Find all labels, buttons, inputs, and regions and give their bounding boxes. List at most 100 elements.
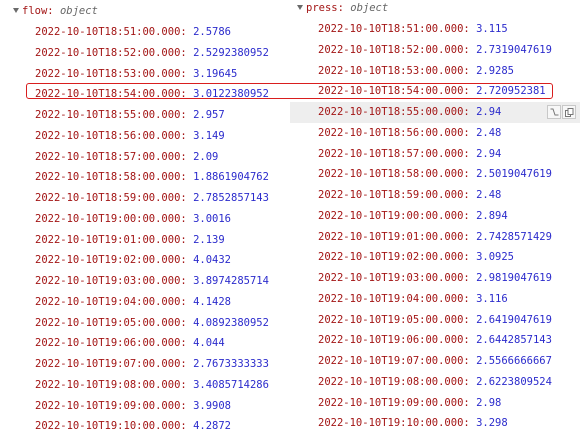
entry-separator: : [180,378,194,391]
flow-entry-row[interactable]: 2022-10-10T19:00:00.000: 3.0016 [0,209,290,230]
press-entry-row[interactable]: 2022-10-10T19:02:00.000: 3.0925 [290,247,580,268]
object-key: press [306,2,338,14]
entry-key: 2022-10-10T19:08:00.000 [35,378,181,391]
entry-key: 2022-10-10T18:59:00.000 [318,189,464,201]
press-entry-row[interactable]: 2022-10-10T18:56:00.000: 2.48 [290,123,580,144]
press-entry-row[interactable]: 2022-10-10T18:51:00.000: 3.115 [290,19,580,40]
press-entry-row[interactable]: 2022-10-10T19:07:00.000: 2.5566666667 [290,351,580,372]
entry-separator: : [463,334,477,347]
entry-key: 2022-10-10T19:06:00.000 [318,334,464,347]
press-entry-row[interactable]: 2022-10-10T18:57:00.000: 2.94 [290,144,580,165]
press-entry-row[interactable]: 2022-10-10T19:03:00.000: 2.9819047619 [290,268,580,289]
press-entry-row[interactable]: 2022-10-10T19:08:00.000: 2.6223809524 [290,372,580,393]
entry-key: 2022-10-10T19:10:00.000 [318,417,464,430]
entry-separator: : [463,189,477,201]
flow-entry-row[interactable]: 2022-10-10T19:09:00.000: 3.9908 [0,396,290,417]
entry-value: 1.8861904762 [193,171,269,184]
flow-entry-row[interactable]: 2022-10-10T19:04:00.000: 4.1428 [0,292,290,313]
flow-entry-row[interactable]: 2022-10-10T19:05:00.000: 4.0892380952 [0,313,290,334]
object-type: object [59,5,98,17]
press-entry-row[interactable]: 2022-10-10T19:01:00.000: 2.7428571429 [290,227,580,248]
entry-key: 2022-10-10T19:01:00.000 [318,230,464,243]
flow-entry-row[interactable]: 2022-10-10T18:57:00.000: 2.09 [0,147,290,168]
entry-value: 2.139 [193,233,225,246]
flow-entry-row[interactable]: 2022-10-10T19:01:00.000: 2.139 [0,230,290,251]
format-toggle-button[interactable] [547,105,561,119]
entry-separator: : [463,23,477,35]
entry-key: 2022-10-10T19:00:00.000 [35,212,181,225]
entry-value: 4.0432 [193,254,231,267]
entry-separator: : [463,43,477,56]
expand-toggle-icon[interactable] [13,7,19,13]
press-entry-row[interactable]: 2022-10-10T18:54:00.000: 2.720952381 [290,81,580,102]
entry-value: 3.19645 [193,67,238,80]
entry-separator: : [180,233,194,246]
flow-entry-row[interactable]: 2022-10-10T18:56:00.000: 3.149 [0,126,290,147]
flow-entry-row[interactable]: 2022-10-10T18:58:00.000: 1.8861904762 [0,167,290,188]
entry-value: 3.116 [476,292,508,305]
flow-entry-row[interactable]: 2022-10-10T19:07:00.000: 2.7673333333 [0,354,290,375]
entry-value: 2.6223809524 [476,375,552,388]
entry-separator: : [180,88,194,101]
press-entry-row[interactable]: 2022-10-10T19:00:00.000: 2.894 [290,206,580,227]
entry-separator: : [463,126,477,139]
entry-key: 2022-10-10T19:05:00.000 [35,316,181,329]
press-entry-row[interactable]: 2022-10-10T19:04:00.000: 3.116 [290,289,580,310]
flow-entry-row[interactable]: 2022-10-10T18:53:00.000: 3.19645 [0,64,290,85]
flow-entry-row[interactable]: 2022-10-10T19:02:00.000: 4.0432 [0,250,290,271]
press-entry-row[interactable]: 2022-10-10T19:06:00.000: 2.6442857143 [290,330,580,351]
flow-entry-row[interactable]: 2022-10-10T18:54:00.000: 3.0122380952 [0,84,290,105]
entry-separator: : [463,168,477,181]
entry-key: 2022-10-10T18:56:00.000 [35,129,181,142]
press-entry-row[interactable]: 2022-10-10T18:58:00.000: 2.5019047619 [290,164,580,185]
press-entry-row[interactable]: 2022-10-10T19:10:00.000: 3.298 [290,413,580,434]
press-entry-row[interactable]: 2022-10-10T19:05:00.000: 2.6419047619 [290,310,580,331]
entry-separator: : [463,209,477,222]
press-entry-row[interactable]: 2022-10-10T18:53:00.000: 2.9285 [290,61,580,82]
entry-value: 2.7852857143 [193,192,269,204]
entry-separator: : [463,355,477,367]
flow-entry-row[interactable]: 2022-10-10T19:03:00.000: 3.8974285714 [0,271,290,292]
copy-button[interactable] [562,105,576,119]
entry-key: 2022-10-10T19:08:00.000 [318,375,464,388]
entry-value: 2.720952381 [476,85,546,98]
entry-value: 2.94 [476,106,502,118]
entry-key: 2022-10-10T18:58:00.000 [318,168,464,181]
entry-separator: : [463,64,477,77]
entry-key: 2022-10-10T19:04:00.000 [318,292,464,305]
entry-key: 2022-10-10T19:07:00.000 [318,355,464,367]
press-entry-row[interactable]: 2022-10-10T19:09:00.000: 2.98 [290,393,580,414]
entry-key: 2022-10-10T18:56:00.000 [318,126,464,139]
entry-value: 2.98 [476,396,502,409]
press-entry-row[interactable]: 2022-10-10T18:59:00.000: 2.48 [290,185,580,206]
entry-value: 3.0122380952 [193,88,269,101]
entry-value: 2.5786 [193,26,231,38]
entry-key: 2022-10-10T19:03:00.000 [35,275,181,287]
flow-entry-row[interactable]: 2022-10-10T18:51:00.000: 2.5786 [0,22,290,43]
press-entry-row[interactable]: 2022-10-10T18:55:00.000: 2.94 [290,102,580,123]
flow-entry-row[interactable]: 2022-10-10T19:08:00.000: 3.4085714286 [0,375,290,396]
expand-toggle-icon[interactable] [297,4,303,10]
entry-value: 2.5019047619 [476,168,552,181]
flow-entry-row[interactable]: 2022-10-10T18:59:00.000: 2.7852857143 [0,188,290,209]
entry-value: 2.5566666667 [476,355,552,367]
entry-value: 2.94 [476,147,502,160]
entry-value: 2.7428571429 [476,230,552,243]
flow-entry-row[interactable]: 2022-10-10T18:55:00.000: 2.957 [0,105,290,126]
entry-value: 3.9908 [193,399,231,412]
entry-separator: : [463,106,477,118]
press-entry-row[interactable]: 2022-10-10T18:52:00.000: 2.7319047619 [290,40,580,61]
entry-key: 2022-10-10T19:07:00.000 [35,358,181,370]
entry-value: 3.115 [476,23,508,35]
flow-object-header[interactable]: flow: object [13,3,98,19]
flow-entry-row[interactable]: 2022-10-10T19:06:00.000: 4.044 [0,333,290,354]
entry-value: 3.4085714286 [193,378,269,391]
flow-entry-row[interactable]: 2022-10-10T18:52:00.000: 2.5292380952 [0,43,290,64]
entry-separator: : [180,46,194,59]
entry-value: 2.894 [476,209,508,222]
entry-key: 2022-10-10T18:58:00.000 [35,171,181,184]
flow-entry-row[interactable]: 2022-10-10T19:10:00.000: 4.2872 [0,416,290,437]
entry-separator: : [180,275,194,287]
press-object-header[interactable]: press: object [297,0,388,16]
entry-value: 3.0016 [193,212,231,225]
